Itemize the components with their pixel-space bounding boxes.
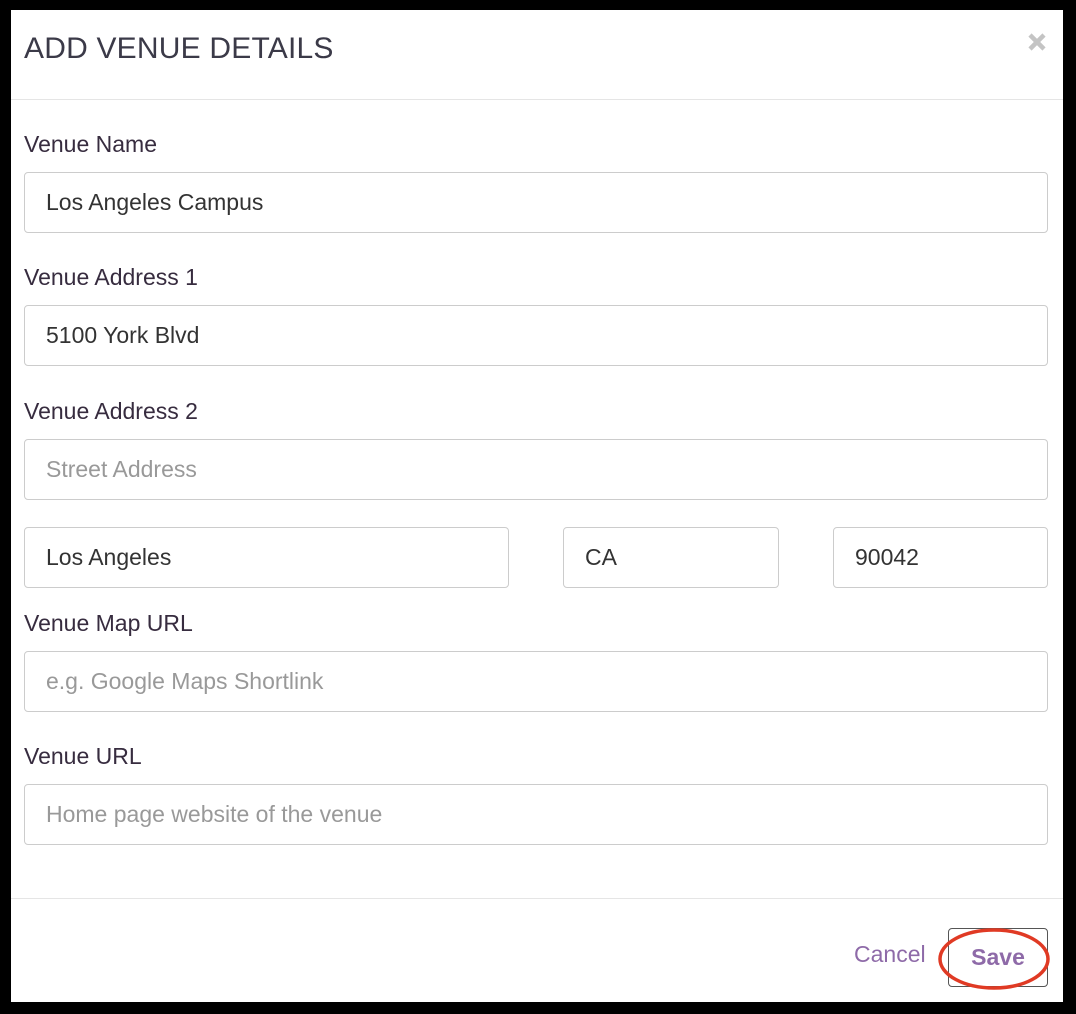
add-venue-modal: ADD VENUE DETAILS Venue Name Venue Addre… <box>11 10 1063 1002</box>
cancel-button[interactable]: Cancel <box>854 937 926 971</box>
venue-name-input[interactable] <box>24 172 1048 233</box>
close-icon[interactable] <box>1023 28 1051 56</box>
venue-address2-label: Venue Address 2 <box>24 398 198 424</box>
city-input[interactable] <box>24 527 509 588</box>
state-input[interactable] <box>563 527 779 588</box>
modal-header: ADD VENUE DETAILS <box>11 10 1063 100</box>
venue-url-input[interactable] <box>24 784 1048 845</box>
venue-address2-input[interactable] <box>24 439 1048 500</box>
modal-title: ADD VENUE DETAILS <box>24 32 334 65</box>
venue-map-url-label: Venue Map URL <box>24 610 193 636</box>
zip-input[interactable] <box>833 527 1048 588</box>
venue-map-url-input[interactable] <box>24 651 1048 712</box>
venue-url-label: Venue URL <box>24 743 142 769</box>
venue-address1-label: Venue Address 1 <box>24 264 198 290</box>
save-button[interactable]: Save <box>948 928 1048 987</box>
modal-footer: Cancel Save <box>11 898 1063 1003</box>
venue-name-label: Venue Name <box>24 131 157 157</box>
venue-address1-input[interactable] <box>24 305 1048 366</box>
